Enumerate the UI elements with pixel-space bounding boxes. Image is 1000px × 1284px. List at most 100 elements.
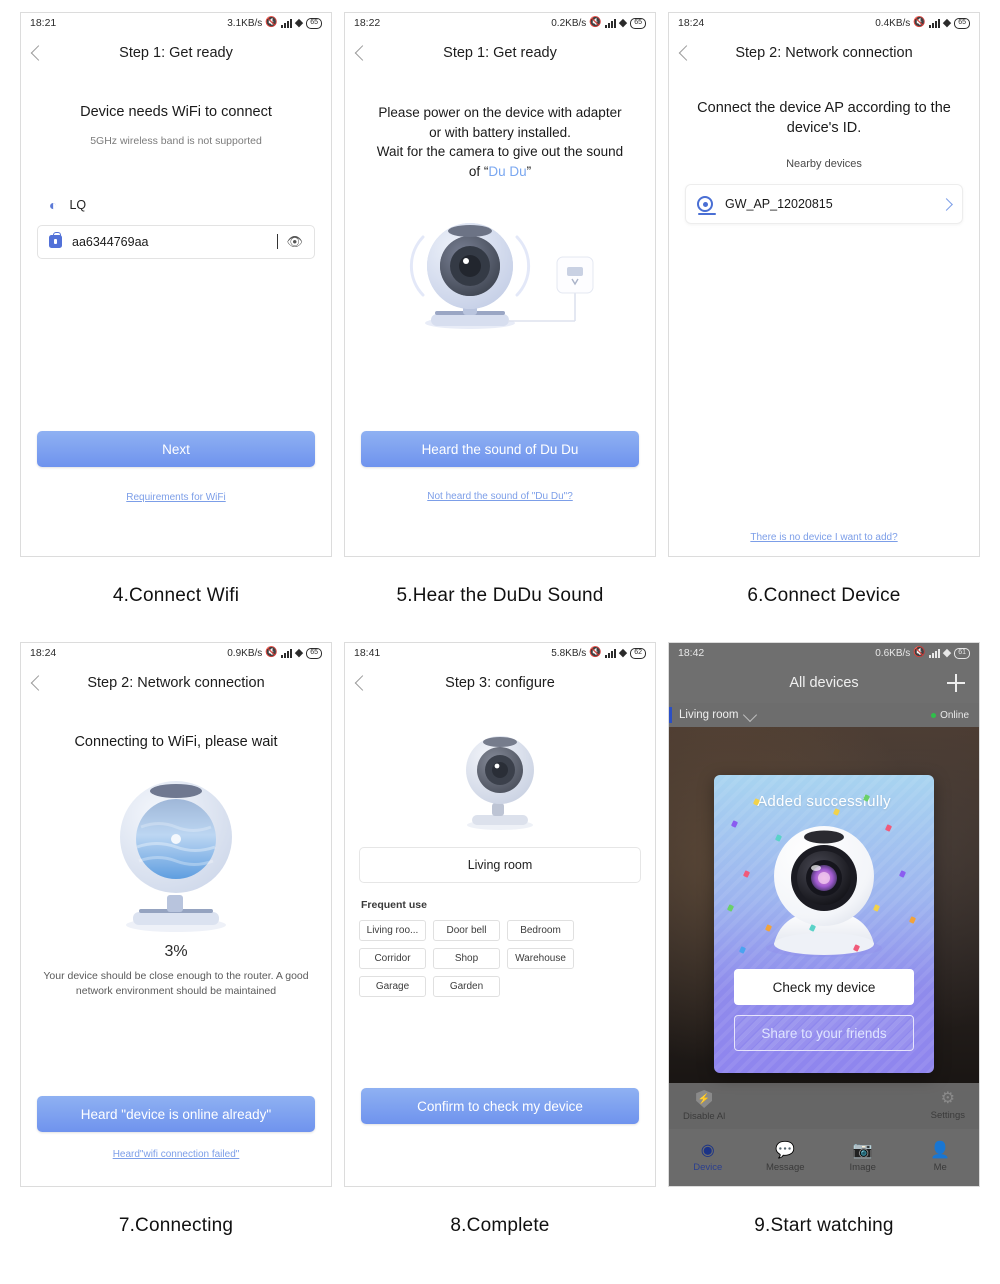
confirm-check-device-button[interactable]: Confirm to check my device [361,1088,639,1124]
status-time: 18:41 [354,647,381,659]
dimmed-header: 18:42 0.6KB/s 🔇 ◆ 61 All devices [669,643,979,703]
password-input[interactable]: aa6344769aa 👁 [37,224,315,259]
device-list-item[interactable]: GW_AP_12020815 [685,184,963,225]
headline-text: Connect the device AP according to the d… [697,100,951,136]
page-title: All devices [789,675,859,691]
chip-option[interactable]: Door bell [433,920,500,941]
chip-option[interactable]: Bedroom [507,920,574,941]
device-name-input[interactable]: Living room [359,847,641,883]
chip-option[interactable]: Shop [433,948,500,969]
battery-icon: 61 [954,647,970,659]
status-network-speed: 3.1KB/s [227,17,263,29]
camera-illustration [345,725,655,835]
settings-label: Settings [930,1110,965,1121]
tab-image[interactable]: 📷 Image [824,1142,902,1173]
password-value: aa6344769aa [72,233,279,249]
wifi-requirements-link[interactable]: Requirements for WiFi [21,492,331,503]
edit-pencil-icon[interactable] [743,707,758,723]
status-network-speed: 0.9KB/s [227,647,263,659]
chevron-right-icon [940,197,953,211]
disable-alarm-label: Disable Al [683,1111,726,1122]
person-icon: 👤 [930,1141,951,1159]
status-time: 18:24 [30,647,57,659]
tab-label: Image [849,1161,876,1173]
nav-bar: Step 2: Network connection [669,33,979,73]
not-heard-sound-link[interactable]: Not heard the sound of "Du Du"? [345,491,655,502]
wifi-icon: ◆ [618,16,628,29]
share-to-friends-button[interactable]: Share to your friends [734,1015,914,1051]
connection-hint-text: Your device should be close enough to th… [43,969,309,998]
device-name-label: GW_AP_12020815 [725,197,833,212]
wifi-ssid-label: LQ [69,197,87,212]
instruction-text: Please power on the device with adapter … [345,103,655,181]
back-icon[interactable] [354,675,371,691]
mute-icon: 🔇 [589,647,602,658]
disable-alarm-button[interactable]: ⚡ Disable Al [683,1090,725,1122]
nav-bar: Step 2: Network connection [21,663,331,703]
status-time: 18:42 [678,647,705,659]
added-successfully-dialog: Added successfully Check my device Share… [714,775,934,1073]
status-network-speed: 0.6KB/s [875,647,911,659]
phone-panel-connect-wifi: 18:21 3.1KB/s 🔇 ◆ 65 Step 1: Get ready D… [20,12,332,557]
status-bar: 18:24 0.9KB/s 🔇 ◆ 65 [21,643,331,663]
device-online-button[interactable]: Heard "device is online already" [37,1096,315,1132]
chip-option[interactable]: Garage [359,976,426,997]
status-network-speed: 0.2KB/s [551,17,587,29]
nav-bar: All devices [669,663,979,703]
chip-option[interactable]: Living roo... [359,920,426,941]
back-icon[interactable] [678,45,695,61]
wifi-icon: ◆ [942,16,952,29]
wifi-icon: ◆ [294,16,304,29]
gear-icon: ⚙ [940,1090,955,1107]
no-device-link[interactable]: There is no device I want to add? [669,532,979,543]
nav-bar: Step 1: Get ready [21,33,331,73]
dialog-camera-illustration [714,812,934,962]
next-button[interactable]: Next [37,431,315,467]
phone-panel-connect-device: 18:24 0.4KB/s 🔇 ◆ 65 Step 2: Network con… [668,12,980,557]
battery-icon: 65 [630,17,646,29]
camera-icon [697,196,716,216]
phone-panel-configure: 18:41 5.8KB/s 🔇 ◆ 62 Step 3: configure L… [344,642,656,1187]
signal-icon [280,648,292,658]
settings-button[interactable]: ⚙ Settings [930,1090,965,1122]
signal-icon [280,18,292,28]
frequent-use-label: Frequent use [361,899,427,911]
progress-percent: 3% [164,942,188,960]
dialog-title: Added successfully [757,793,891,810]
phone-panel-start-watching: 18:42 0.6KB/s 🔇 ◆ 61 All devices Living … [668,642,980,1187]
dudu-accent: Du Du [488,163,527,179]
check-my-device-button[interactable]: Check my device [734,969,914,1005]
panel-caption: 7.Connecting [118,1215,234,1236]
camera-icon: ◉ [700,1141,715,1159]
camera-power-illustration [345,199,655,339]
page-title: Step 1: Get ready [443,45,557,61]
back-icon[interactable] [30,675,47,691]
battery-icon: 65 [954,17,970,29]
panel-caption: 4.Connect Wifi [112,585,240,606]
eye-toggle-icon[interactable]: 👁 [286,234,303,250]
wifi-failed-link[interactable]: Heard"wifi connection failed" [21,1149,331,1160]
quote-open: of “ [468,163,489,179]
chip-option[interactable]: Garden [433,976,500,997]
back-icon[interactable] [30,45,47,61]
heard-sound-button[interactable]: Heard the sound of Du Du [361,431,639,467]
back-icon[interactable] [354,45,371,61]
screenshot-grid: 18:21 3.1KB/s 🔇 ◆ 65 Step 1: Get ready D… [0,0,1000,1272]
battery-icon: 62 [630,647,646,659]
headline-text: Connecting to WiFi, please wait [74,734,278,750]
room-name-label: Living room [679,709,739,721]
status-badge: Online [931,710,969,721]
instruction-line-1: Please power on the device with adapter [378,105,622,120]
chip-option[interactable]: Warehouse [507,948,574,969]
tab-message[interactable]: 💬 Message [747,1142,825,1173]
tab-me[interactable]: 👤 Me [902,1141,980,1173]
online-label: Online [940,709,969,721]
chip-option[interactable]: Corridor [359,948,426,969]
phone-panel-connecting: 18:24 0.9KB/s 🔇 ◆ 65 Step 2: Network con… [20,642,332,1187]
panel-caption: 9.Start watching [754,1215,894,1236]
tab-device[interactable]: ◉ Device [669,1141,747,1173]
status-time: 18:24 [678,17,705,29]
add-device-icon[interactable] [947,674,965,692]
page-title: Step 2: Network connection [87,675,265,691]
wifi-ssid-row[interactable]: ◐ LQ [49,197,331,213]
